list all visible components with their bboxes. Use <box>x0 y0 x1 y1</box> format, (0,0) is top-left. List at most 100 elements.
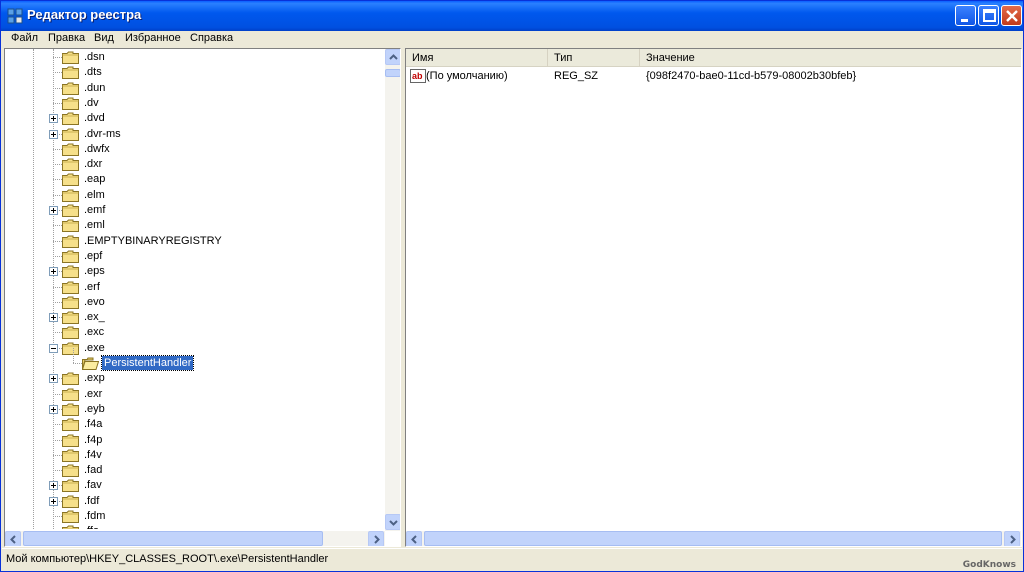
tree-node[interactable]: .dts <box>5 65 385 80</box>
tree-scroll-thumb[interactable] <box>385 69 400 77</box>
tree-node-label: .exr <box>84 388 103 400</box>
values-pane[interactable]: Имя Тип Значение ab (По умолчанию) REG_S… <box>405 48 1022 547</box>
tree-node[interactable]: .eps <box>5 264 385 279</box>
expand-icon[interactable] <box>49 114 58 123</box>
tree-node[interactable]: .dun <box>5 81 385 96</box>
expand-icon[interactable] <box>49 497 58 506</box>
tree-node-label: .eps <box>84 265 105 277</box>
tree-hscroll-thumb[interactable] <box>23 531 323 546</box>
tree-node[interactable]: .dsn <box>5 50 385 65</box>
menu-file[interactable]: Файл <box>11 32 38 44</box>
status-path: Мой компьютер\HKEY_CLASSES_ROOT\.exe\Per… <box>6 553 329 565</box>
expander-glyph <box>51 348 56 349</box>
menu-help[interactable]: Справка <box>190 32 233 44</box>
expander-glyph <box>53 407 54 412</box>
scroll-left-button[interactable] <box>5 531 21 546</box>
tree-node[interactable]: .ex_ <box>5 310 385 325</box>
tree-node[interactable]: .f4a <box>5 417 385 432</box>
folder-icon <box>62 372 79 385</box>
tree-node[interactable]: .exr <box>5 387 385 402</box>
tree-node-label: .dts <box>84 66 102 78</box>
tree-node[interactable]: .fdm <box>5 509 385 524</box>
tree-node[interactable]: .exe <box>5 341 385 356</box>
tree-node-label: .evo <box>84 296 105 308</box>
tree-node[interactable]: .fav <box>5 478 385 493</box>
expand-icon[interactable] <box>49 374 58 383</box>
tree-guide-line <box>73 348 74 363</box>
maximize-button[interactable] <box>978 5 999 26</box>
tree-node[interactable]: .eap <box>5 172 385 187</box>
column-header-type[interactable]: Тип <box>548 49 640 67</box>
expand-icon[interactable] <box>49 405 58 414</box>
expand-icon[interactable] <box>49 481 58 490</box>
list-header: Имя Тип Значение <box>406 49 1021 67</box>
tree-node-label: .fad <box>84 464 103 476</box>
menu-view[interactable]: Вид <box>94 32 114 44</box>
tree-node[interactable]: PersistentHandler <box>5 348 385 371</box>
tree-node[interactable]: .epf <box>5 249 385 264</box>
tree-node[interactable]: .exp <box>5 371 385 386</box>
tree-node[interactable]: .ffa <box>5 524 385 529</box>
tree-vertical-scrollbar[interactable] <box>385 49 400 531</box>
menu-favorites[interactable]: Избранное <box>125 32 181 44</box>
tree-node[interactable]: .dwfx <box>5 142 385 157</box>
open-folder-icon <box>82 357 99 370</box>
tree-node[interactable]: .elm <box>5 188 385 203</box>
table-row[interactable]: ab (По умолчанию) REG_SZ {098f2470-bae0-… <box>406 68 1021 84</box>
tree-node[interactable]: .f4v <box>5 448 385 463</box>
tree-node[interactable]: .f4p <box>5 433 385 448</box>
close-button[interactable] <box>1001 5 1022 26</box>
tree-node[interactable]: .emf <box>5 203 385 218</box>
tree-connector <box>53 72 62 73</box>
tree-node-label: .eml <box>84 219 105 231</box>
folder-icon <box>62 510 79 523</box>
tree-node-label: .f4v <box>84 449 102 461</box>
values-hscroll-thumb[interactable] <box>424 531 1002 546</box>
scroll-up-button[interactable] <box>385 49 400 65</box>
collapse-icon[interactable] <box>49 344 58 353</box>
tree-node[interactable]: .exc <box>5 325 385 340</box>
tree-node[interactable]: .eyb <box>5 402 385 417</box>
tree-node[interactable]: .fad <box>5 463 385 478</box>
menu-edit[interactable]: Правка <box>48 32 85 44</box>
status-bar: Мой компьютер\HKEY_CLASSES_ROOT\.exe\Per… <box>2 548 1022 570</box>
folder-icon <box>62 403 79 416</box>
minimize-icon <box>961 19 968 22</box>
tree-connector <box>53 225 62 226</box>
tree-node[interactable]: .fdf <box>5 494 385 509</box>
expander-glyph <box>53 269 54 274</box>
column-header-name[interactable]: Имя <box>406 49 548 67</box>
expand-icon[interactable] <box>49 313 58 322</box>
tree-node[interactable]: .erf <box>5 280 385 295</box>
expand-icon[interactable] <box>49 267 58 276</box>
tree-horizontal-scrollbar[interactable] <box>5 531 385 546</box>
tree-node[interactable]: .dv <box>5 96 385 111</box>
tree-connector <box>53 103 62 104</box>
folder-icon <box>62 464 79 477</box>
tree-node[interactable]: .dxr <box>5 157 385 172</box>
scroll-right-button[interactable] <box>368 531 384 546</box>
tree-node[interactable]: .eml <box>5 218 385 233</box>
title-bar[interactable]: Редактор реестра <box>1 1 1023 31</box>
tree-node[interactable]: .dvr-ms <box>5 127 385 142</box>
minimize-button[interactable] <box>955 5 976 26</box>
column-header-data[interactable]: Значение <box>640 49 1021 67</box>
chevron-right-icon <box>374 535 380 544</box>
expand-icon[interactable] <box>49 206 58 215</box>
tree-node[interactable]: .evo <box>5 295 385 310</box>
tree-connector <box>53 287 62 288</box>
tree-node-label: .exc <box>84 326 105 338</box>
expand-icon[interactable] <box>49 130 58 139</box>
scroll-down-button[interactable] <box>385 514 400 530</box>
values-horizontal-scrollbar[interactable] <box>406 531 1021 546</box>
values-scroll-left-button[interactable] <box>406 531 422 546</box>
tree-node[interactable]: .EMPTYBINARYREGISTRY <box>5 234 385 249</box>
tree-node-label: .ffa <box>82 524 101 529</box>
tree-node-label: .exe <box>84 342 105 354</box>
chevron-up-icon <box>389 54 398 60</box>
tree-node[interactable]: .dvd <box>5 111 385 126</box>
folder-icon <box>62 158 79 171</box>
key-tree-pane[interactable]: .dsn .dts .dun .dv .dvd .dvr-ms .dwfx .dxr .eap.… <box>4 48 401 547</box>
string-value-icon: ab <box>410 69 426 83</box>
values-scroll-right-button[interactable] <box>1004 531 1020 546</box>
